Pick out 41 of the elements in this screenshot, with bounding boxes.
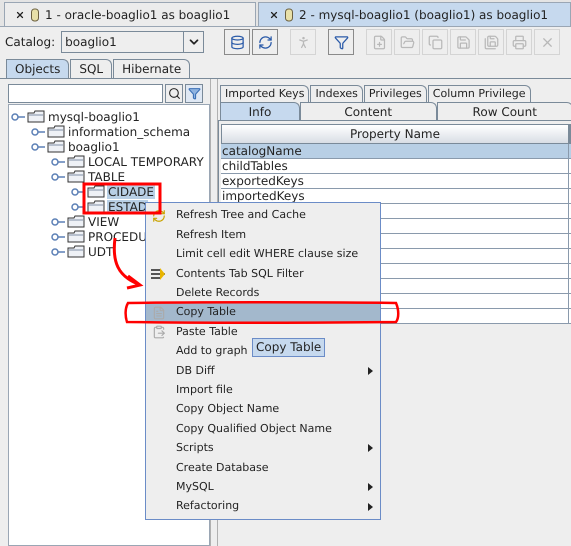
tab-label: 1 - oracle-boaglio1 as boaglio1 <box>45 6 230 24</box>
menu-item[interactable]: Limit cell edit WHERE clause size <box>146 244 360 264</box>
tree-item[interactable]: TABLE <box>87 170 126 184</box>
tab[interactable]: Indexes <box>310 85 363 102</box>
menu-item[interactable]: Refresh Tree and Cache <box>146 206 308 226</box>
menu-item[interactable]: Contents Tab SQL Filter <box>146 264 306 284</box>
menu-item[interactable]: Copy Object Name <box>146 400 282 420</box>
tab[interactable]: Info <box>220 102 300 120</box>
tab[interactable]: Column Privilege <box>428 85 531 102</box>
tab[interactable]: Objects <box>6 59 70 78</box>
menu-item[interactable]: Paste Table <box>146 322 240 342</box>
tooltip: Copy Table <box>252 338 326 357</box>
window-tab[interactable]: 2 - mysql-boaglio1 (boaglio1) as boaglio1 <box>258 2 571 26</box>
tab[interactable]: Hibernate <box>113 59 190 78</box>
catalog-label: Catalog: <box>5 34 56 51</box>
menu-item[interactable]: Refactoring <box>146 496 242 516</box>
column-header[interactable]: Property Name <box>221 124 569 144</box>
menu-item[interactable]: Refresh Item <box>146 225 248 245</box>
menu-item[interactable]: Import file <box>146 380 235 400</box>
tab[interactable]: SQL <box>70 59 112 78</box>
tab[interactable]: Row Count <box>436 102 571 120</box>
tab[interactable]: Content <box>300 102 436 120</box>
window-tab[interactable]: 1 - oracle-boaglio1 as boaglio1 <box>4 2 256 26</box>
tab-label: 2 - mysql-boaglio1 (boaglio1) as boaglio1 <box>299 6 548 24</box>
menu-item[interactable]: DB Diff <box>146 361 217 381</box>
menu-item[interactable]: MySQL <box>146 477 216 497</box>
tree-item[interactable]: VIEW <box>87 214 120 228</box>
tab[interactable]: Imported Keys <box>220 85 310 102</box>
tree-item[interactable]: boaglio1 <box>67 140 121 154</box>
catalog-dropdown[interactable]: boaglio1 <box>61 31 204 53</box>
menu-item[interactable]: Copy Qualified Object Name <box>146 419 334 439</box>
menu-item[interactable]: Add to graph <box>146 342 250 362</box>
tree-item[interactable]: information_schema <box>67 124 192 138</box>
menu-item[interactable]: Create Database <box>146 458 271 478</box>
tree-item[interactable]: UDT <box>87 244 114 258</box>
tree-item[interactable]: CIDADE <box>107 184 155 198</box>
tree-item[interactable]: LOCAL TEMPORARY <box>87 154 205 168</box>
tab[interactable]: Privileges <box>364 85 427 102</box>
menu-item[interactable]: Delete Records <box>146 284 262 303</box>
menu-item[interactable]: Scripts <box>146 438 216 458</box>
tree-item[interactable]: mysql-boaglio1 <box>47 110 141 124</box>
